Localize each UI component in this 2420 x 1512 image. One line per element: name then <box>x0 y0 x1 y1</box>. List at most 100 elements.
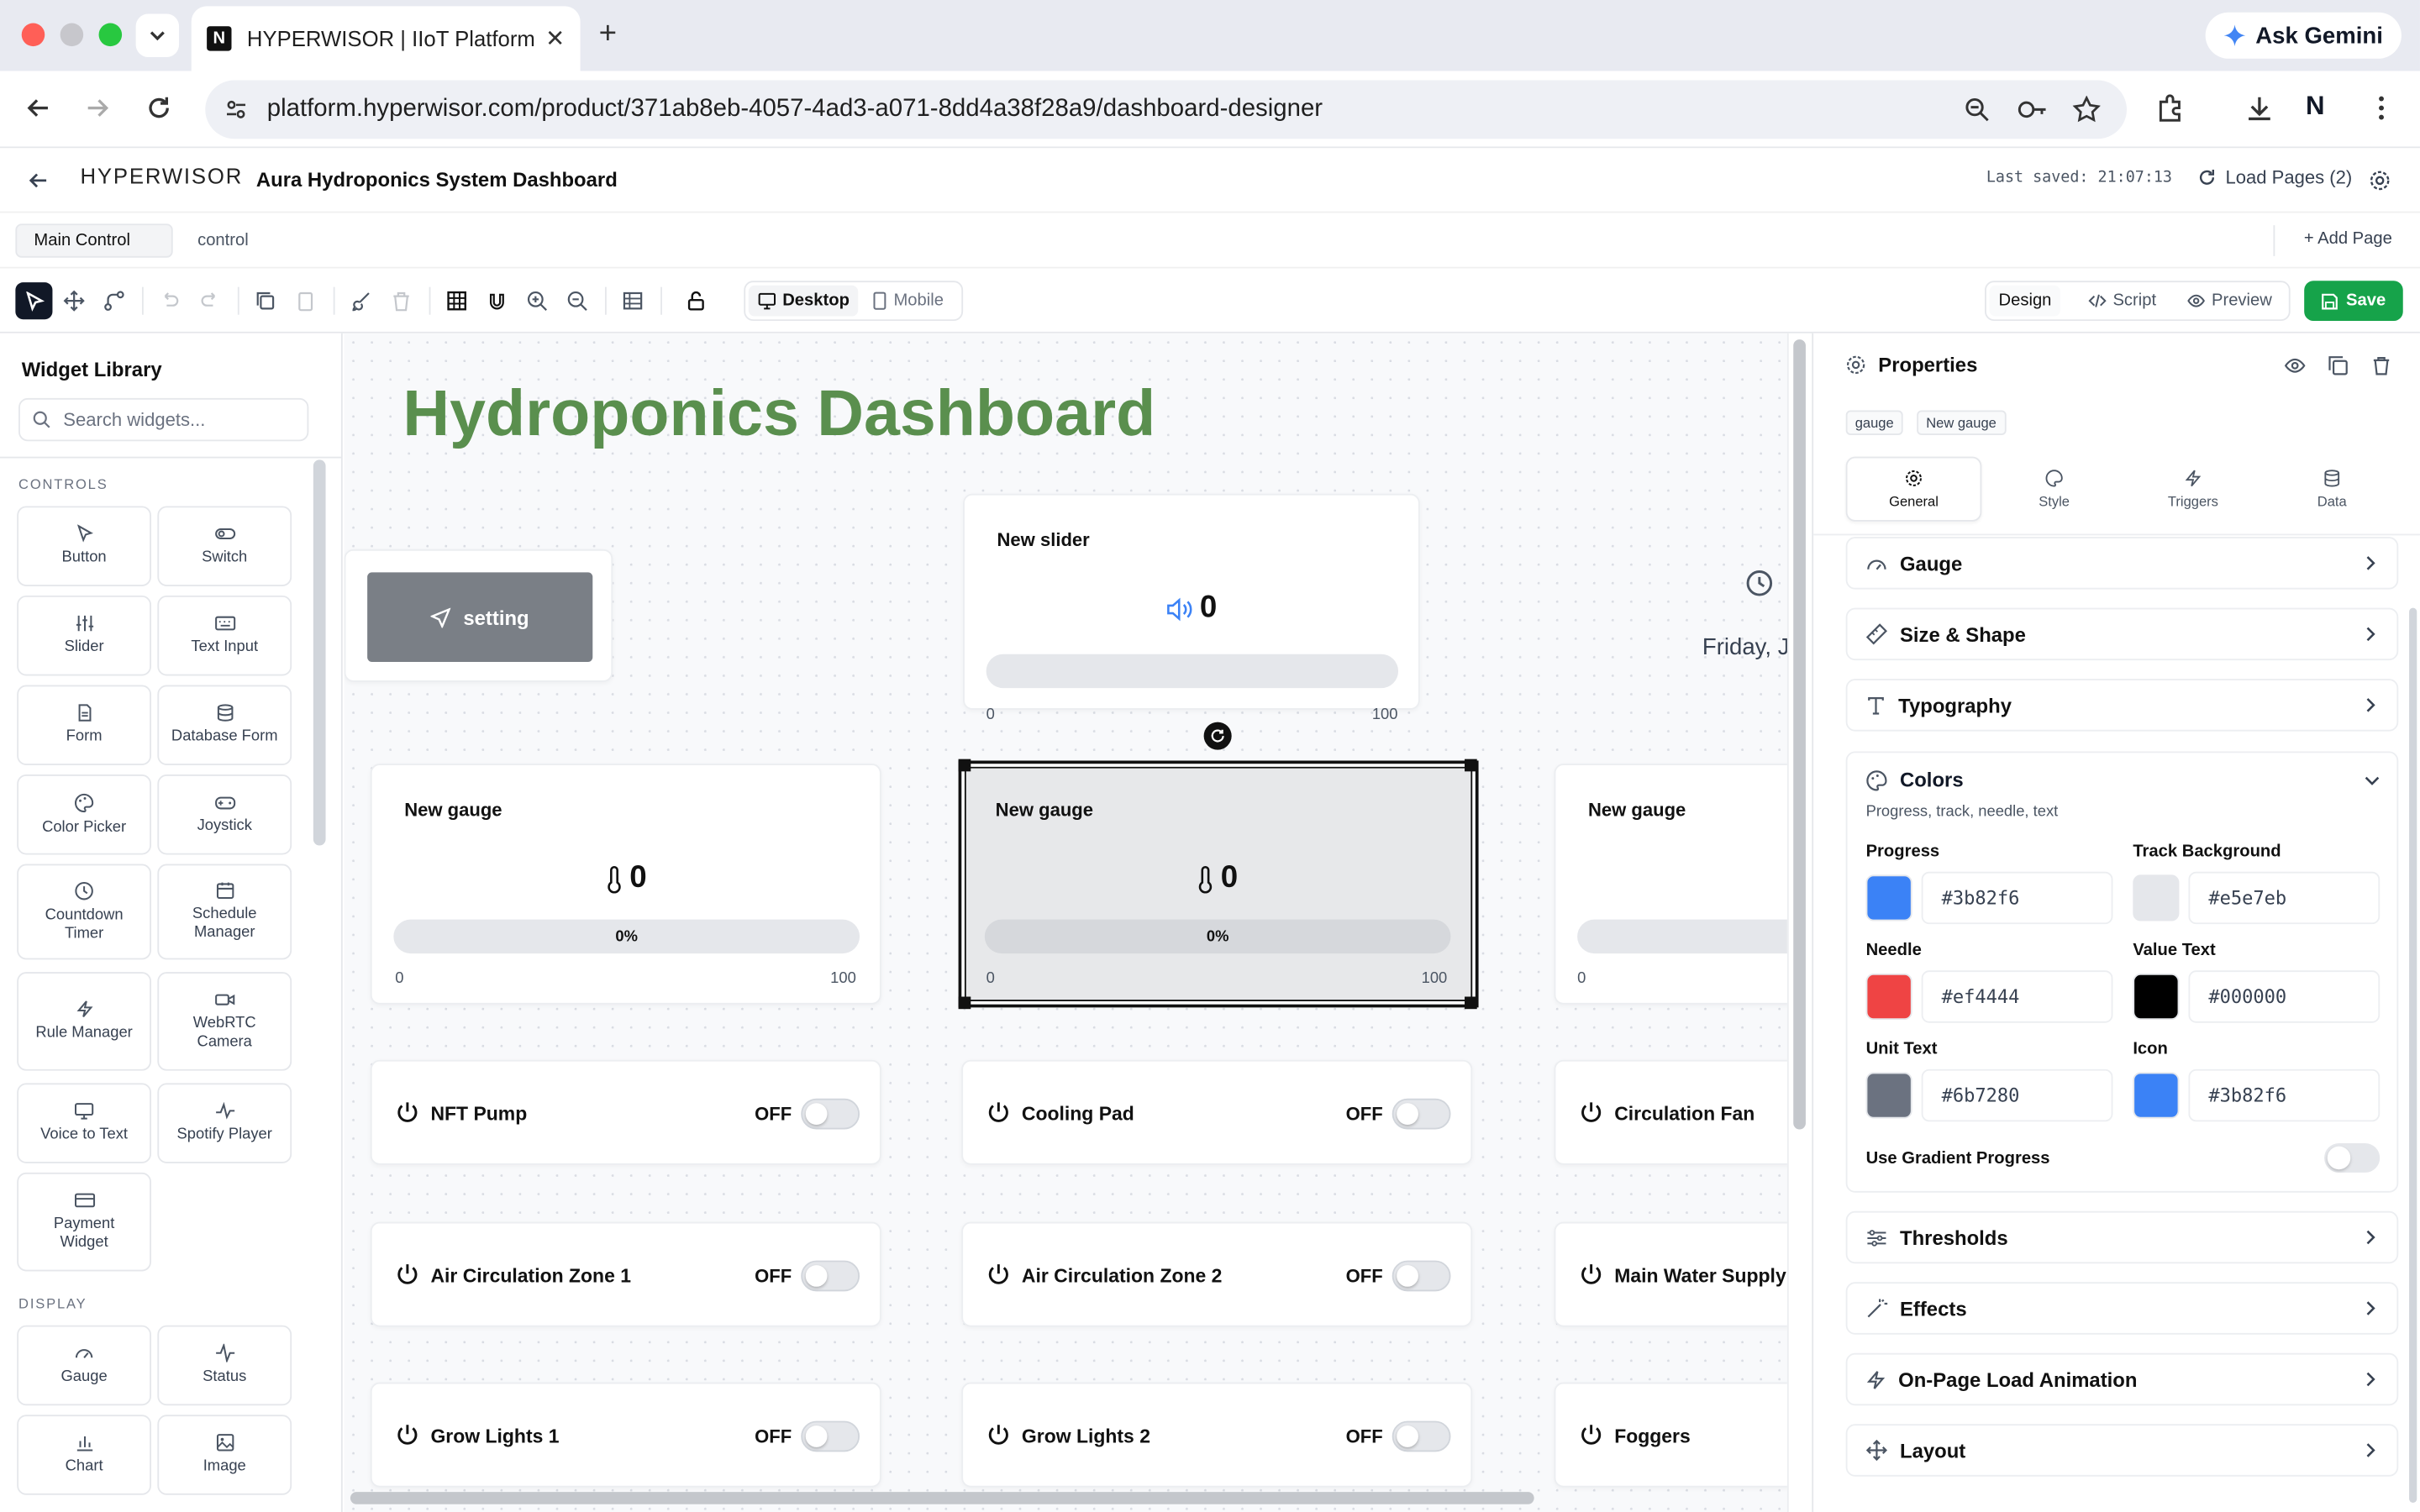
widget-webrtc-camera[interactable]: WebRTC Camera <box>157 972 292 1071</box>
widget-chart[interactable]: Chart <box>17 1415 151 1495</box>
browser-tab[interactable]: N HYPERWISOR | IIoT Platform ✕ <box>191 6 581 71</box>
color-hex-value-text[interactable]: #000000 <box>2188 970 2381 1023</box>
color-hex-icon[interactable]: #3b82f6 <box>2188 1068 2381 1122</box>
download-icon[interactable] <box>2244 92 2275 123</box>
color-hex-progress[interactable]: #3b82f6 <box>1921 871 2113 925</box>
tab-triggers[interactable]: Triggers <box>2125 457 2261 522</box>
star-icon[interactable] <box>2072 95 2101 123</box>
color-swatch-value-text[interactable] <box>2133 973 2180 1021</box>
color-swatch-unit-text[interactable] <box>1865 1072 1912 1119</box>
colors-header[interactable]: Colors <box>1866 769 1964 791</box>
widget-spotify-player[interactable]: Spotify Player <box>157 1083 292 1163</box>
script-mode-button[interactable]: Script <box>2079 286 2165 317</box>
color-swatch-needle[interactable] <box>1865 973 1912 1021</box>
widget-joystick[interactable]: Joystick <box>157 774 292 855</box>
switch-widget-cooling-pad[interactable]: Cooling Pad OFF <box>961 1059 1473 1165</box>
tab-search-button[interactable] <box>135 13 180 57</box>
widget-slider[interactable]: Slider <box>17 595 151 676</box>
color-hex-needle[interactable]: #ef4444 <box>1921 970 2113 1023</box>
section-effects[interactable]: Effects <box>1845 1282 2399 1335</box>
tab-data[interactable]: Data <box>2264 457 2400 522</box>
duplicate-icon[interactable] <box>2328 354 2349 376</box>
color-swatch-track[interactable] <box>2133 874 2180 921</box>
gradient-progress-toggle[interactable] <box>2324 1142 2381 1173</box>
undo-button[interactable] <box>151 282 188 319</box>
back-arrow-icon[interactable] <box>24 94 52 122</box>
rotate-handle[interactable] <box>1203 722 1232 750</box>
section-thresholds[interactable]: Thresholds <box>1845 1210 2399 1264</box>
paste-button[interactable] <box>287 282 324 319</box>
widget-status[interactable]: Status <box>157 1325 292 1406</box>
gear-icon[interactable] <box>2369 170 2391 192</box>
widget-schedule-manager[interactable]: Schedule Manager <box>157 864 292 960</box>
add-page-button[interactable]: + Add Page <box>2304 230 2392 249</box>
widget-color-picker[interactable]: Color Picker <box>17 774 151 855</box>
widget-text-input[interactable]: Text Input <box>157 595 292 676</box>
snap-toggle-button[interactable] <box>478 282 515 319</box>
select-tool-button[interactable] <box>15 282 53 320</box>
dashboard-title[interactable]: Hydroponics Dashboard <box>402 376 1155 450</box>
reload-icon[interactable] <box>145 94 173 122</box>
slider-track[interactable] <box>986 654 1399 689</box>
switch-toggle[interactable] <box>1392 1420 1451 1452</box>
tab-style[interactable]: Style <box>1986 457 2123 522</box>
section-gauge[interactable]: Gauge <box>1845 537 2399 590</box>
tab-close-icon[interactable]: ✕ <box>545 24 565 52</box>
eye-icon[interactable] <box>2284 354 2306 376</box>
widget-gauge[interactable]: Gauge <box>17 1325 151 1406</box>
resize-handle-tl[interactable] <box>958 759 971 772</box>
zoom-in-button[interactable] <box>518 282 555 319</box>
section-load-animation[interactable]: On-Page Load Animation <box>1845 1352 2399 1406</box>
widget-button[interactable]: Button <box>17 506 151 586</box>
load-pages-button[interactable]: Load Pages (2) <box>2197 166 2352 188</box>
color-hex-unit-text[interactable]: #6b7280 <box>1921 1068 2113 1122</box>
tab-general[interactable]: General <box>1845 456 1982 522</box>
widget-form[interactable]: Form <box>17 685 151 766</box>
delete-button[interactable] <box>383 282 420 319</box>
zoom-icon[interactable] <box>1965 97 1989 122</box>
desktop-view-button[interactable]: Desktop <box>748 285 859 317</box>
gauge-widget-3[interactable]: New gauge 0 <box>1554 764 1811 1005</box>
switch-toggle[interactable] <box>1392 1098 1451 1130</box>
format-painter-button[interactable] <box>343 282 380 319</box>
copy-button[interactable] <box>247 282 284 319</box>
url-bar[interactable]: platform.hyperwisor.com/product/371ab8eb… <box>205 80 2127 139</box>
zoom-out-button[interactable] <box>559 282 596 319</box>
connect-tool-button[interactable] <box>96 282 133 319</box>
widget-payment[interactable]: Payment Widget <box>17 1172 151 1272</box>
widget-countdown-timer[interactable]: Countdown Timer <box>17 864 151 960</box>
widget-voice-to-text[interactable]: Voice to Text <box>17 1083 151 1163</box>
switch-widget-main-water[interactable]: Main Water Supply <box>1554 1221 1811 1327</box>
table-button[interactable] <box>614 282 651 319</box>
forward-arrow-icon[interactable] <box>83 94 111 122</box>
switch-widget-foggers[interactable]: Foggers <box>1554 1382 1811 1488</box>
new-tab-button[interactable]: + <box>599 17 617 52</box>
extensions-icon[interactable] <box>2154 92 2186 123</box>
section-typography[interactable]: Typography <box>1845 679 2399 732</box>
color-hex-track[interactable]: #e5e7eb <box>2188 871 2381 925</box>
switch-widget-air-zone-2[interactable]: Air Circulation Zone 2 OFF <box>961 1221 1473 1327</box>
ask-gemini-button[interactable]: Ask Gemini <box>2206 12 2402 59</box>
maximize-window-button[interactable] <box>98 23 123 47</box>
section-layout[interactable]: Layout <box>1845 1424 2399 1477</box>
trash-icon[interactable] <box>2370 354 2392 376</box>
move-tool-button[interactable] <box>55 282 92 319</box>
switch-toggle[interactable] <box>801 1260 860 1292</box>
close-window-button[interactable] <box>21 23 45 47</box>
color-swatch-icon[interactable] <box>2133 1072 2180 1119</box>
setting-button-widget[interactable]: setting <box>344 549 613 682</box>
site-settings-icon[interactable] <box>224 97 248 122</box>
resize-handle-br[interactable] <box>1465 996 1477 1010</box>
lock-button[interactable] <box>677 282 714 319</box>
resize-handle-bl[interactable] <box>958 996 971 1010</box>
sidebar-scrollbar[interactable] <box>313 459 326 846</box>
switch-widget-circulation-fan[interactable]: Circulation Fan <box>1554 1059 1811 1165</box>
minimize-window-button[interactable] <box>60 23 84 47</box>
extension-n-icon[interactable]: N <box>2306 91 2325 122</box>
chevron-down-icon[interactable] <box>2363 773 2381 788</box>
redo-button[interactable] <box>192 282 229 319</box>
switch-toggle[interactable] <box>801 1420 860 1452</box>
slider-widget[interactable]: New slider 0 0 100 <box>963 493 1420 723</box>
color-swatch-progress[interactable] <box>1865 874 1912 921</box>
back-icon[interactable] <box>28 170 50 192</box>
